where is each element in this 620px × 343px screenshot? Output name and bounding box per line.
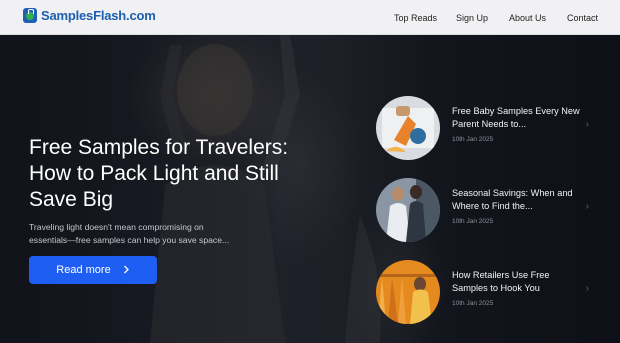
nav-about-us[interactable]: About Us bbox=[509, 13, 546, 23]
sidebar-post-1[interactable]: Free Baby Samples Every New Parent Needs… bbox=[376, 96, 606, 160]
read-more-button[interactable]: Read more bbox=[29, 256, 157, 284]
post-date: 10th Jan 2025 bbox=[452, 218, 494, 225]
site-logo[interactable]: SamplesFlash.com bbox=[23, 8, 156, 23]
hero-excerpt: Traveling light doesn't mean compromisin… bbox=[29, 222, 230, 245]
chevron-right-icon bbox=[123, 263, 130, 277]
nav-contact[interactable]: Contact bbox=[567, 13, 598, 23]
chevron-right-icon: › bbox=[585, 283, 589, 294]
post-date: 10th Jan 2025 bbox=[452, 136, 494, 143]
post-thumbnail bbox=[376, 178, 440, 242]
nav-top-reads[interactable]: Top Reads bbox=[394, 13, 437, 23]
nav-sign-up[interactable]: Sign Up bbox=[456, 13, 488, 23]
sidebar-post-2[interactable]: Seasonal Savings: When and Where to Find… bbox=[376, 178, 606, 242]
sidebar-post-3[interactable]: How Retailers Use Free Samples to Hook Y… bbox=[376, 260, 606, 324]
post-title[interactable]: Seasonal Savings: When and Where to Find… bbox=[452, 187, 582, 212]
hero-section: Free Samples for Travelers: How to Pack … bbox=[0, 35, 620, 343]
post-thumbnail bbox=[376, 260, 440, 324]
post-title[interactable]: How Retailers Use Free Samples to Hook Y… bbox=[452, 269, 582, 294]
chevron-right-icon: › bbox=[585, 119, 589, 130]
chevron-right-icon: › bbox=[585, 201, 589, 212]
logo-bag-icon bbox=[23, 8, 37, 23]
post-title[interactable]: Free Baby Samples Every New Parent Needs… bbox=[452, 105, 582, 130]
read-more-label: Read more bbox=[56, 264, 111, 276]
post-thumbnail bbox=[376, 96, 440, 160]
hero-title[interactable]: Free Samples for Travelers: How to Pack … bbox=[29, 135, 289, 213]
logo-text: SamplesFlash.com bbox=[41, 8, 156, 23]
post-date: 10th Jan 2025 bbox=[452, 300, 494, 307]
site-header: SamplesFlash.com Top Reads Sign Up About… bbox=[0, 0, 620, 35]
